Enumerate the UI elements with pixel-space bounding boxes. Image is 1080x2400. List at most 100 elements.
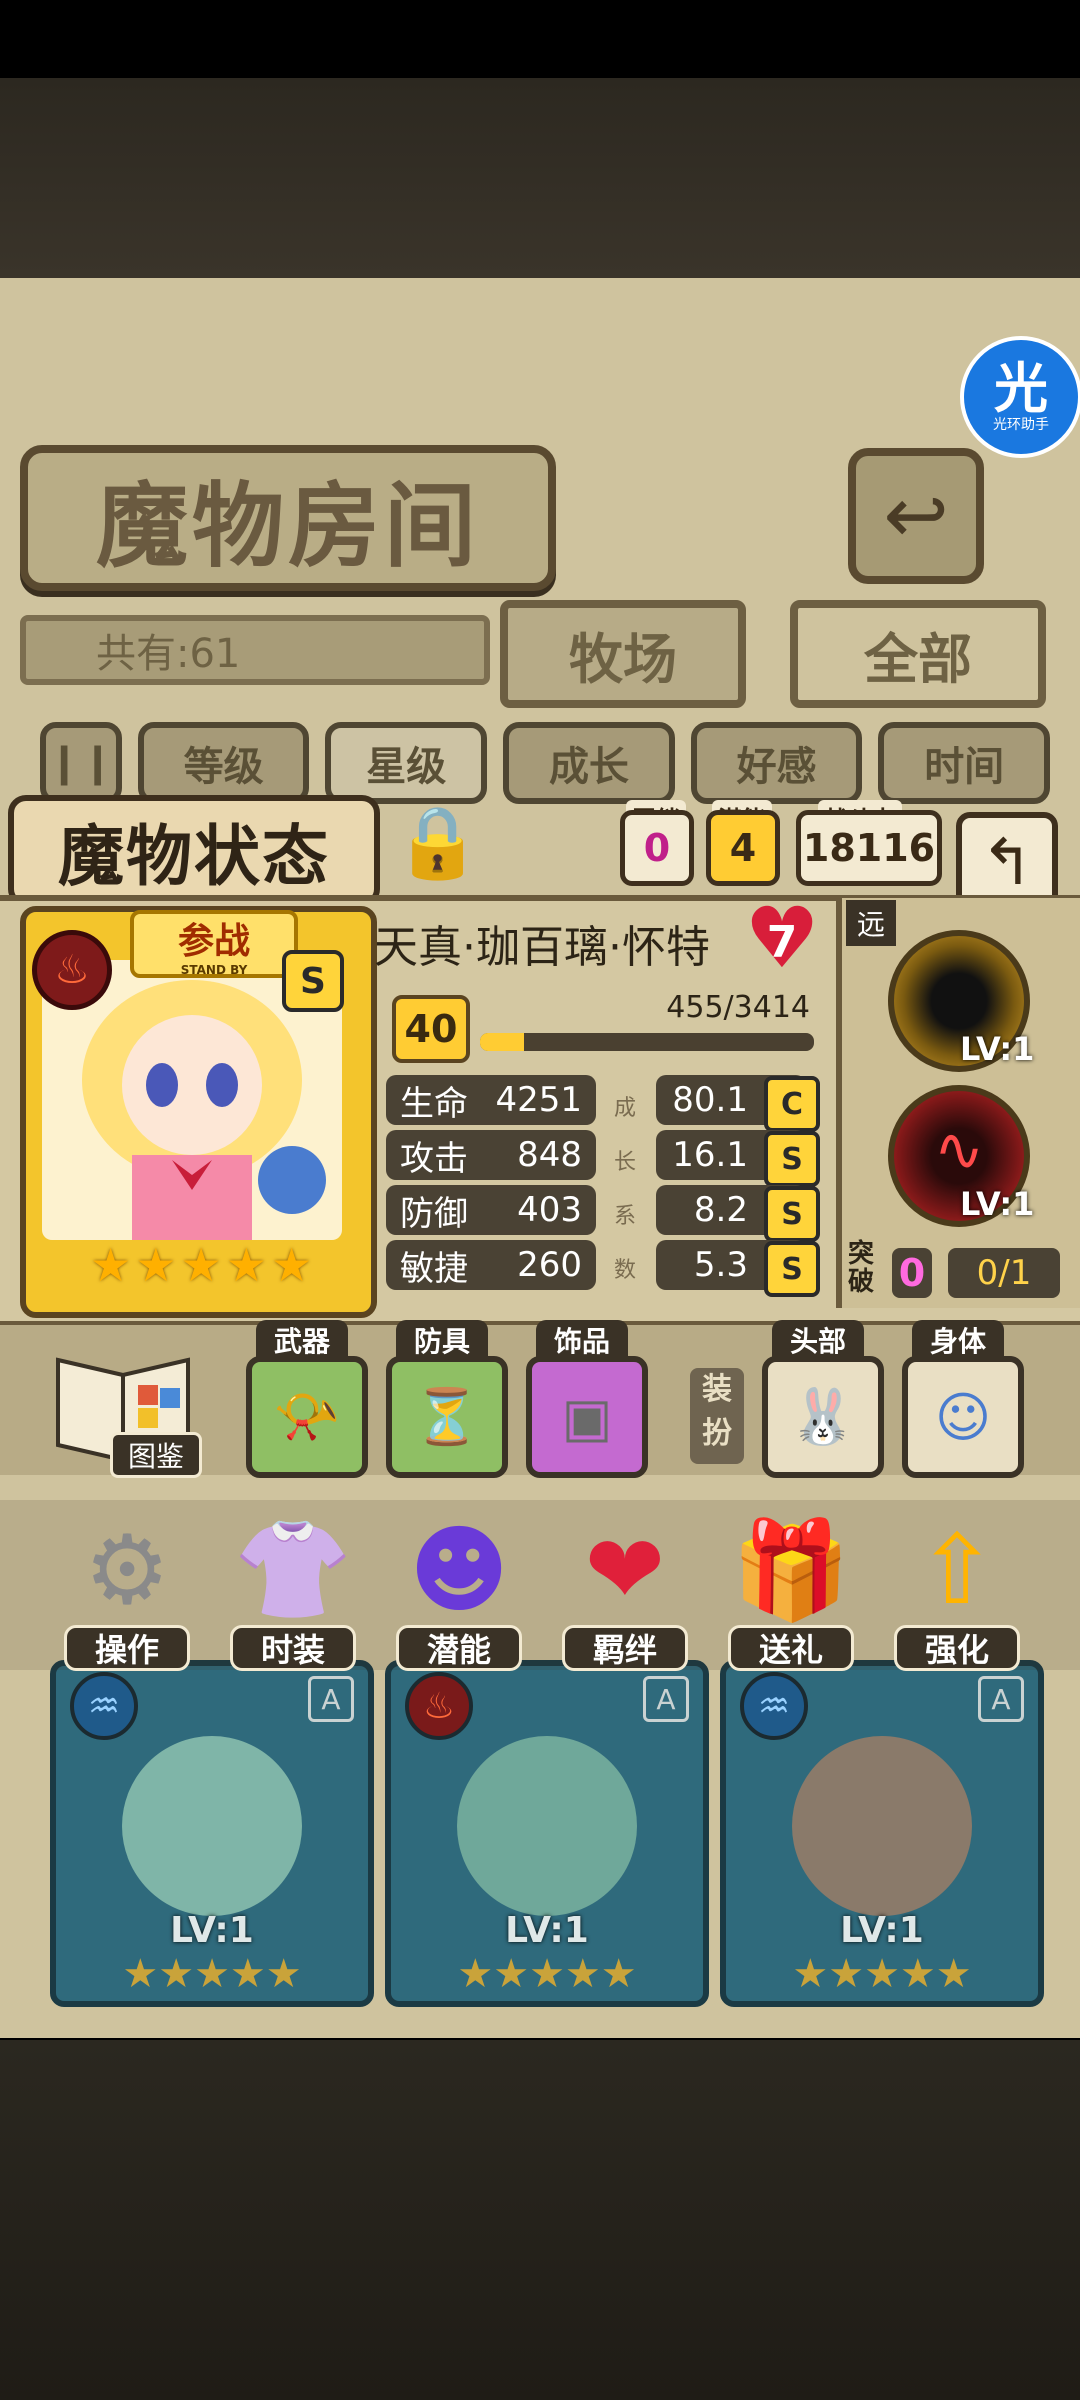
grade-badge: C xyxy=(764,1076,820,1132)
monster-portrait xyxy=(122,1736,302,1916)
menu-label: 时装 xyxy=(230,1625,356,1671)
sort-time[interactable]: 时间 xyxy=(878,722,1050,804)
exp-bar-fill xyxy=(480,1033,525,1051)
breakthrough-value: 0 xyxy=(892,1248,932,1298)
doll-icon: ☺ xyxy=(934,1385,992,1449)
stat-row-defense: 防御 403 xyxy=(386,1185,596,1235)
accessory-slot[interactable]: ▣ xyxy=(526,1356,648,1478)
star-icon: ★ xyxy=(180,1238,222,1292)
return-icon: ↩ xyxy=(883,471,949,561)
fire-element-icon: ♨ xyxy=(32,930,112,1010)
sort-growth[interactable]: 成长 xyxy=(503,722,675,804)
lock-button[interactable]: 🔒 xyxy=(388,792,488,892)
potential-value: 4 xyxy=(706,810,780,886)
body-slot[interactable]: ☺ xyxy=(902,1356,1024,1478)
standby-sub: STAND BY xyxy=(180,963,248,977)
affection-level: 7 xyxy=(766,916,798,968)
monster-count: 共有:61 xyxy=(20,615,490,685)
stat-row-attack: 攻击 848 xyxy=(386,1130,596,1180)
tab-all[interactable]: 全部 xyxy=(790,600,1046,708)
hourglass-icon: ⏳ xyxy=(413,1385,481,1448)
skill-level: LV:1 xyxy=(960,1030,1035,1068)
horn-icon: 📯 xyxy=(273,1385,341,1448)
grade-badge: S xyxy=(764,1186,820,1242)
sort-order-toggle[interactable]: ❙❙ xyxy=(40,722,122,804)
power-value: 18116 xyxy=(796,810,942,886)
star-icon: ★ xyxy=(225,1238,267,1292)
menu-gift[interactable]: 🎁 送礼 xyxy=(726,1513,856,1675)
star-rating: ★★★★★ xyxy=(457,1951,637,1997)
halo-assistant-button[interactable]: 光 光环助手 xyxy=(960,336,1080,458)
bottom-background xyxy=(0,2040,1080,2400)
breakthrough-label: 突破 xyxy=(848,1239,875,1297)
stat-label: 攻击 xyxy=(400,1138,468,1179)
halo-label: 光环助手 xyxy=(993,417,1049,433)
star-icon: ★ xyxy=(271,1238,313,1292)
status-bar xyxy=(0,0,1080,78)
head-slot[interactable]: 🐰 xyxy=(762,1356,884,1478)
return-button[interactable]: ↩ xyxy=(848,448,984,584)
stat-label: 敏捷 xyxy=(400,1248,468,1289)
menu-enhance[interactable]: ⇧ 强化 xyxy=(892,1514,1022,1675)
menu-label: 操作 xyxy=(64,1625,190,1671)
accessory-label: 饰品 xyxy=(536,1320,628,1360)
demon-icon: ☻ xyxy=(408,1514,510,1626)
stat-value: 260 xyxy=(517,1245,582,1285)
exp-bar xyxy=(480,1033,814,1051)
bond-value: 0 xyxy=(620,810,694,886)
encyclopedia-label: 图鉴 xyxy=(110,1432,202,1478)
heart-icon: ❤ xyxy=(584,1514,666,1626)
armor-slot[interactable]: ⏳ xyxy=(386,1356,508,1478)
menu-label: 强化 xyxy=(894,1625,1020,1671)
lock-icon: 🔒 xyxy=(394,800,482,883)
bunny-icon: 🐰 xyxy=(789,1385,857,1448)
level-badge: 40 xyxy=(392,995,470,1063)
menu-potential[interactable]: ☻ 潜能 xyxy=(394,1514,524,1675)
stat-value: 4251 xyxy=(495,1080,582,1120)
roster-card[interactable]: ♨ A LV:1 ★★★★★ xyxy=(385,1660,709,2007)
standby-label: 参战 xyxy=(177,921,250,962)
tab-farm[interactable]: 牧场 xyxy=(500,600,746,708)
monster-portrait xyxy=(792,1736,972,1916)
breakthrough-progress: 0/1 xyxy=(948,1248,1060,1298)
room-title: 魔物房间 xyxy=(20,445,556,591)
upgrade-arrow-icon: ⇧ xyxy=(916,1514,998,1626)
card-level: LV:1 xyxy=(170,1910,254,1951)
grade-badge: A xyxy=(978,1676,1024,1722)
sort-row: ❙❙ 等级 星级 成长 好感 时间 xyxy=(40,722,1050,804)
menu-label: 羁绊 xyxy=(562,1625,688,1671)
growth-char: 成 xyxy=(613,1096,636,1121)
star-icon: ★ xyxy=(90,1238,132,1292)
roster-card[interactable]: ♒ A LV:1 ★★★★★ xyxy=(50,1660,374,2007)
menu-operate[interactable]: ⚙ 操作 xyxy=(62,1514,192,1675)
stat-label: 防御 xyxy=(400,1193,468,1234)
weapon-slot[interactable]: 📯 xyxy=(246,1356,368,1478)
standby-badge: 参战 STAND BY xyxy=(130,910,298,978)
armor-label: 防具 xyxy=(396,1320,488,1360)
gift-icon: 🎁 xyxy=(731,1513,851,1626)
sort-affection[interactable]: 好感 xyxy=(690,722,863,804)
pause-icon: ❙❙ xyxy=(47,740,115,786)
growth-char: 长 xyxy=(613,1150,636,1175)
roster-card[interactable]: ♒ A LV:1 ★★★★★ xyxy=(720,1660,1044,2007)
status-title: 魔物状态 xyxy=(8,795,380,907)
menu-bond[interactable]: ❤ 羁绊 xyxy=(560,1514,690,1675)
dress-label: 装扮 xyxy=(690,1368,744,1464)
tablet-icon: ▣ xyxy=(561,1385,613,1449)
head-label: 头部 xyxy=(772,1320,864,1360)
menu-fashion[interactable]: 👚 时装 xyxy=(228,1513,358,1675)
sort-level[interactable]: 等级 xyxy=(137,722,310,804)
map-background xyxy=(0,78,1080,278)
star-icon: ★ xyxy=(135,1238,177,1292)
return-icon: ↰ xyxy=(980,826,1034,900)
growth-char: 系 xyxy=(613,1204,636,1229)
growth-char: 数 xyxy=(613,1258,636,1283)
fire-element-icon: ♨ xyxy=(405,1672,473,1740)
stat-value: 403 xyxy=(517,1190,582,1230)
monster-portrait xyxy=(457,1736,637,1916)
grade-badge: S xyxy=(764,1241,820,1297)
exp-text: 455/3414 xyxy=(666,990,810,1025)
stat-value: 848 xyxy=(517,1135,582,1175)
weapon-label: 武器 xyxy=(256,1320,348,1360)
clothes-icon: 👚 xyxy=(233,1513,353,1626)
